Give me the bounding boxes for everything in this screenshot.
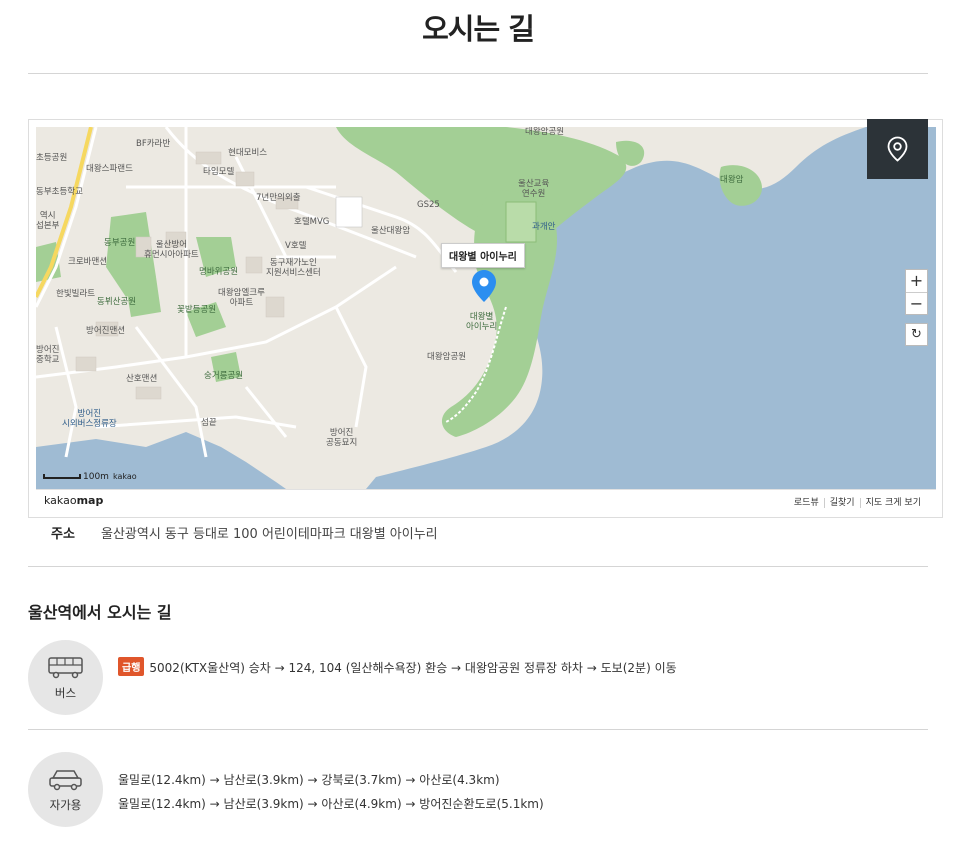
map-canvas[interactable]: BF카라반 현대모비스 타임모텔 대왕스파랜드 초등공원 동부초등학교 7년만의…: [36, 127, 936, 509]
map-label: 동부공원: [104, 238, 136, 248]
location-button[interactable]: [867, 119, 928, 179]
map-label: 방어진맨션: [86, 326, 126, 336]
map-label: 명바위공원: [199, 267, 239, 277]
map-label: GS25: [417, 200, 440, 210]
large-map-link[interactable]: 지도 크게 보기: [859, 498, 926, 508]
map-label: 역시 섭본부: [36, 211, 60, 231]
map-label: 7년만의외출: [256, 193, 301, 203]
map-label: 꽃밭등공원: [177, 305, 217, 315]
roadview-link[interactable]: 로드뷰: [789, 498, 824, 508]
map-label: 현대모비스: [228, 148, 268, 158]
kakaomap-logo: kakaomap: [44, 494, 103, 507]
express-badge: 급행: [118, 657, 145, 676]
scale-label: 100m: [83, 472, 109, 482]
map-label: 한빛빌라트: [56, 289, 96, 299]
directions-link[interactable]: 길찾기: [823, 498, 860, 508]
map-label: 초등공원: [36, 153, 68, 163]
map-label: 방어진 공동묘지: [326, 428, 358, 448]
map-label: 대왕별 아이누리: [466, 312, 498, 332]
logo-light: kakao: [44, 494, 77, 507]
logo-bold: map: [76, 494, 104, 507]
map-frame: BF카라반 현대모비스 타임모텔 대왕스파랜드 초등공원 동부초등학교 7년만의…: [28, 119, 943, 518]
car-label: 자가용: [49, 798, 82, 812]
map-label: 동부초등학교: [36, 187, 83, 197]
scale-bar: [43, 474, 81, 479]
map-pin-icon[interactable]: [472, 270, 496, 302]
bus-mode: 버스: [28, 640, 103, 715]
car-route-2: 울밀로(12.4km) → 남산로(3.9km) → 아산로(4.9km) → …: [118, 797, 544, 811]
bus-icon: [48, 657, 83, 679]
map-footer-links: 로드뷰 길찾기 지도 크게 보기: [789, 495, 926, 508]
zoom-out-button[interactable]: −: [906, 292, 927, 314]
map-label: 대왕암공원: [525, 127, 565, 137]
map-label: V호텔: [285, 241, 307, 251]
map-place-callout[interactable]: 대왕별 아이누리: [441, 243, 525, 268]
map-label: 호텔MVG: [294, 217, 330, 227]
bus-route-text: 5002(KTX울산역) 승차 → 124, 104 (일산해수욕장) 환승 →…: [149, 661, 677, 675]
map-label: 섬끝: [201, 418, 217, 428]
car-mode: 자가용: [28, 752, 103, 827]
address-value: 울산광역시 동구 등대로 100 어린이테마파크 대왕별 아이누리: [101, 527, 438, 542]
map-label: 과개안: [532, 222, 556, 232]
zoom-control: + −: [905, 269, 928, 315]
map-label: 대왕암공원: [427, 352, 467, 362]
bus-divider: [28, 729, 928, 730]
map-label: 동뷔산공원: [97, 297, 137, 307]
map-label: BF카라반: [136, 139, 171, 149]
reset-map-button[interactable]: ↻: [905, 323, 928, 346]
car-icon: [49, 770, 82, 791]
location-pin-icon: [887, 136, 908, 162]
map-label: 대왕암: [720, 175, 744, 185]
map-terrain: [36, 127, 936, 489]
map-footer: kakaomap 로드뷰 길찾기 지도 크게 보기: [36, 489, 936, 509]
map-label: 울산교육 연수원: [518, 179, 550, 199]
address-divider: [28, 566, 928, 567]
zoom-in-button[interactable]: +: [906, 270, 927, 292]
car-route-1: 울밀로(12.4km) → 남산로(3.9km) → 강북로(3.7km) → …: [118, 773, 500, 787]
map-label: 방어진 시외버스정류장: [62, 409, 117, 429]
scale-brand: kakao: [112, 472, 137, 481]
map-label: 대왕암엘크루 아파트: [218, 288, 265, 308]
map-label: 동구재가노인 지원서비스센터: [266, 258, 321, 278]
directions-title: 울산역에서 오시는 길: [28, 603, 172, 622]
bus-label: 버스: [54, 686, 77, 700]
map-label: 산호맨션: [126, 374, 158, 384]
address-label: 주소: [51, 527, 75, 542]
bus-route: 급행 5002(KTX울산역) 승차 → 124, 104 (일산해수욕장) 환승…: [118, 657, 677, 676]
map-label: 울산방어 휴먼시아아파트: [144, 240, 199, 260]
map-scale: 100m kakao: [43, 472, 137, 482]
map-label: 크로바맨션: [68, 257, 108, 267]
map-label: 숭거릉공원: [204, 371, 244, 381]
map-label: 방어진 중학교: [36, 345, 60, 365]
map-label: 대왕스파랜드: [86, 164, 133, 174]
map-label: 울산대왕암: [371, 226, 411, 236]
map-label: 타임모텔: [203, 167, 235, 177]
page-title: 오시는 길: [422, 12, 535, 46]
title-divider: [28, 73, 928, 74]
